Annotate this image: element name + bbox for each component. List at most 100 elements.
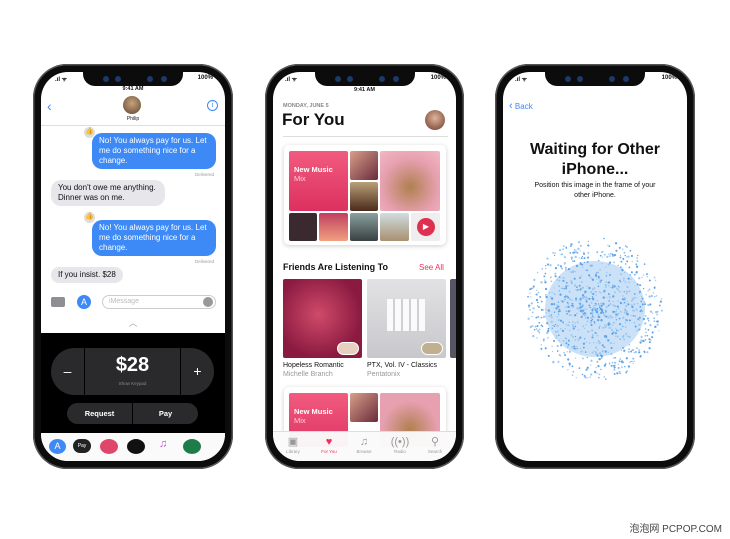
particle: [635, 308, 637, 310]
info-icon[interactable]: i: [207, 100, 218, 111]
particle: [560, 253, 562, 256]
imessage-input[interactable]: iMessage: [102, 295, 216, 309]
particle: [611, 329, 614, 332]
amount-value[interactable]: $28: [85, 354, 180, 377]
particle: [569, 252, 572, 254]
particle: [648, 341, 651, 344]
pairing-particle-cloud: [527, 237, 663, 380]
tab-for-you[interactable]: ♥ For You: [311, 436, 347, 454]
particle: [624, 263, 627, 265]
microphone-icon[interactable]: [203, 297, 213, 307]
particle: [617, 288, 620, 291]
increase-button[interactable]: +: [180, 348, 214, 395]
particle: [598, 376, 600, 379]
particle: [607, 322, 611, 325]
particle: [636, 329, 639, 332]
particle: [636, 283, 639, 286]
particle: [641, 310, 644, 313]
particle: [620, 311, 622, 313]
particle: [567, 369, 569, 371]
particle: [583, 251, 585, 253]
particle: [580, 308, 582, 310]
particle: [585, 300, 588, 303]
camera-icon[interactable]: [51, 297, 65, 307]
pay-button[interactable]: Pay: [133, 403, 198, 424]
play-button-icon[interactable]: ▶: [417, 218, 435, 236]
tab-library[interactable]: ▣ Library: [275, 436, 311, 454]
particle: [569, 306, 571, 308]
tab-bar: ▣ Library ♥ For You ♫ Browse ((•)) Radio ⚲ Se…: [273, 431, 456, 461]
phone-setup: .ıl ᯤ 100% ‹ Back Waiting for Other iPho…: [495, 64, 695, 469]
app-store-icon[interactable]: A: [77, 295, 91, 309]
apple-pay-app-icon[interactable]: Pay: [73, 439, 91, 453]
particle: [585, 324, 587, 326]
setup-title: Waiting for Other iPhone...: [503, 140, 687, 180]
see-all-link[interactable]: See All: [419, 263, 444, 272]
particle: [578, 367, 581, 369]
particle: [623, 251, 626, 254]
particle: [589, 376, 591, 378]
particle: [570, 334, 573, 337]
particle: [558, 249, 562, 252]
particle: [537, 329, 540, 332]
particle: [598, 280, 601, 283]
particle: [607, 293, 610, 295]
particle: [547, 309, 550, 312]
particle: [630, 300, 633, 303]
particle: [583, 296, 585, 298]
particle: [586, 315, 588, 317]
particle: [536, 324, 539, 327]
app-store-app-icon[interactable]: A: [49, 439, 66, 454]
particle: [653, 317, 655, 319]
particle: [625, 245, 628, 248]
particle: [599, 254, 602, 257]
request-button[interactable]: Request: [67, 403, 132, 424]
particle: [571, 374, 574, 376]
particle: [627, 255, 630, 258]
tab-search[interactable]: ⚲ Search: [417, 436, 453, 454]
particle: [550, 320, 553, 323]
profile-avatar[interactable]: [425, 110, 445, 130]
particle: [568, 329, 571, 332]
image-search-app-icon[interactable]: [100, 439, 118, 454]
particle: [607, 263, 610, 266]
music-screen: .ıl ᯤ 100% 9:41 AM MONDAY, JUNE 5 For Yo…: [273, 72, 456, 461]
particle: [598, 352, 602, 355]
decrease-button[interactable]: –: [51, 348, 85, 395]
particle: [623, 311, 626, 314]
particle: [639, 305, 642, 308]
particle: [579, 299, 582, 302]
particle: [527, 295, 529, 298]
back-chevron-icon[interactable]: ‹: [47, 98, 52, 114]
album-hopeless-romantic[interactable]: [283, 279, 362, 358]
show-keypad-link[interactable]: Show Keypad: [85, 381, 180, 386]
starbucks-app-icon[interactable]: [183, 439, 201, 454]
particle: [630, 278, 632, 280]
particle: [553, 303, 556, 306]
particle: [658, 304, 661, 307]
particle: [574, 338, 577, 341]
album-partial[interactable]: [450, 279, 456, 358]
tab-browse[interactable]: ♫ Browse: [346, 436, 382, 454]
contact-avatar[interactable]: [123, 96, 141, 114]
particle: [570, 314, 573, 317]
particle: [628, 266, 631, 269]
particle: [641, 276, 643, 279]
new-music-mix-card[interactable]: New Music Mix ▶: [284, 145, 446, 245]
particle: [613, 364, 616, 367]
particle: [606, 296, 608, 299]
particle: [595, 272, 598, 274]
album-ptx[interactable]: [367, 279, 446, 358]
particle: [577, 338, 580, 341]
particle: [553, 287, 555, 289]
particle: [615, 319, 618, 321]
back-button[interactable]: ‹ Back: [509, 100, 533, 112]
digital-touch-app-icon[interactable]: [127, 439, 145, 454]
particle: [565, 310, 567, 312]
particle: [636, 347, 638, 349]
particle: [581, 350, 584, 353]
tab-radio[interactable]: ((•)) Radio: [382, 436, 418, 454]
music-app-icon[interactable]: ♫: [159, 438, 167, 450]
expand-chevron-icon[interactable]: ︿: [41, 316, 225, 329]
particle: [594, 322, 596, 324]
